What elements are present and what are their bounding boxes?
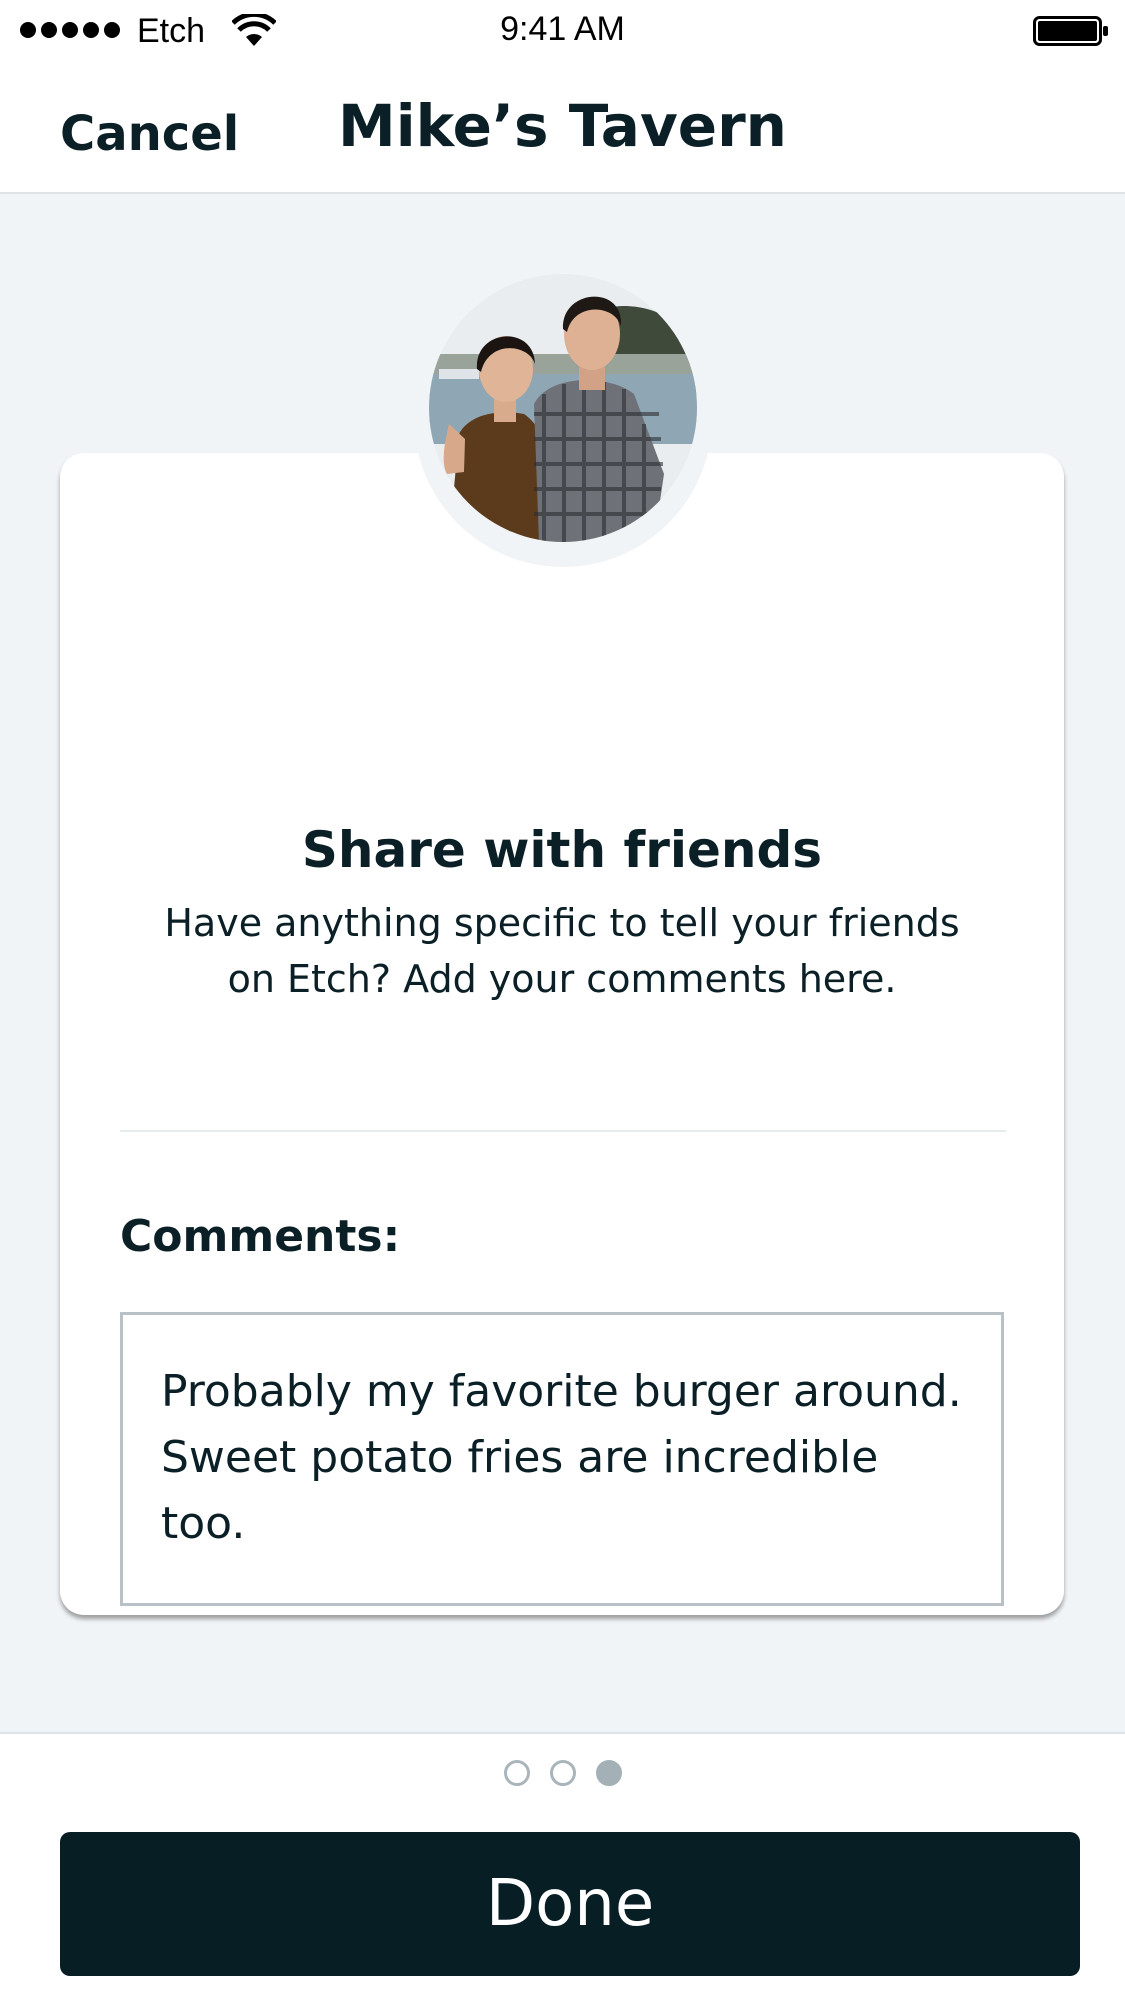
page-dot-active[interactable] — [595, 1760, 622, 1786]
navigation-bar: Cancel Mike’s Tavern — [0, 62, 1125, 194]
done-button[interactable]: Done — [60, 1832, 1080, 1976]
avatar — [429, 274, 697, 542]
content-area: Share with friends Have anything specifi… — [0, 194, 1125, 1732]
card-title: Share with friends — [301, 821, 823, 879]
status-time: 9:41 AM — [500, 10, 625, 48]
status-bar: Etch 9:41 AM — [0, 0, 1125, 62]
card-subtitle-line: Have anything specific to tell your frie… — [164, 901, 960, 945]
page-dot[interactable] — [549, 1760, 576, 1786]
divider — [120, 1130, 1006, 1132]
page-title: Mike’s Tavern — [338, 92, 787, 160]
share-card: Share with friends Have anything specifi… — [60, 453, 1064, 1615]
page-dot[interactable] — [503, 1760, 530, 1786]
battery-icon — [1033, 16, 1108, 46]
card-subtitle: Have anything specific to tell your frie… — [130, 895, 994, 1007]
page-indicator — [0, 1760, 1125, 1786]
couple-photo — [429, 274, 697, 542]
comments-label: Comments: — [120, 1211, 401, 1262]
comments-textarea[interactable]: Probably my favorite burger around. Swee… — [120, 1312, 1004, 1606]
bottom-bar: Done — [0, 1732, 1125, 2001]
card-subtitle-line: on Etch? Add your comments here. — [227, 957, 897, 1001]
